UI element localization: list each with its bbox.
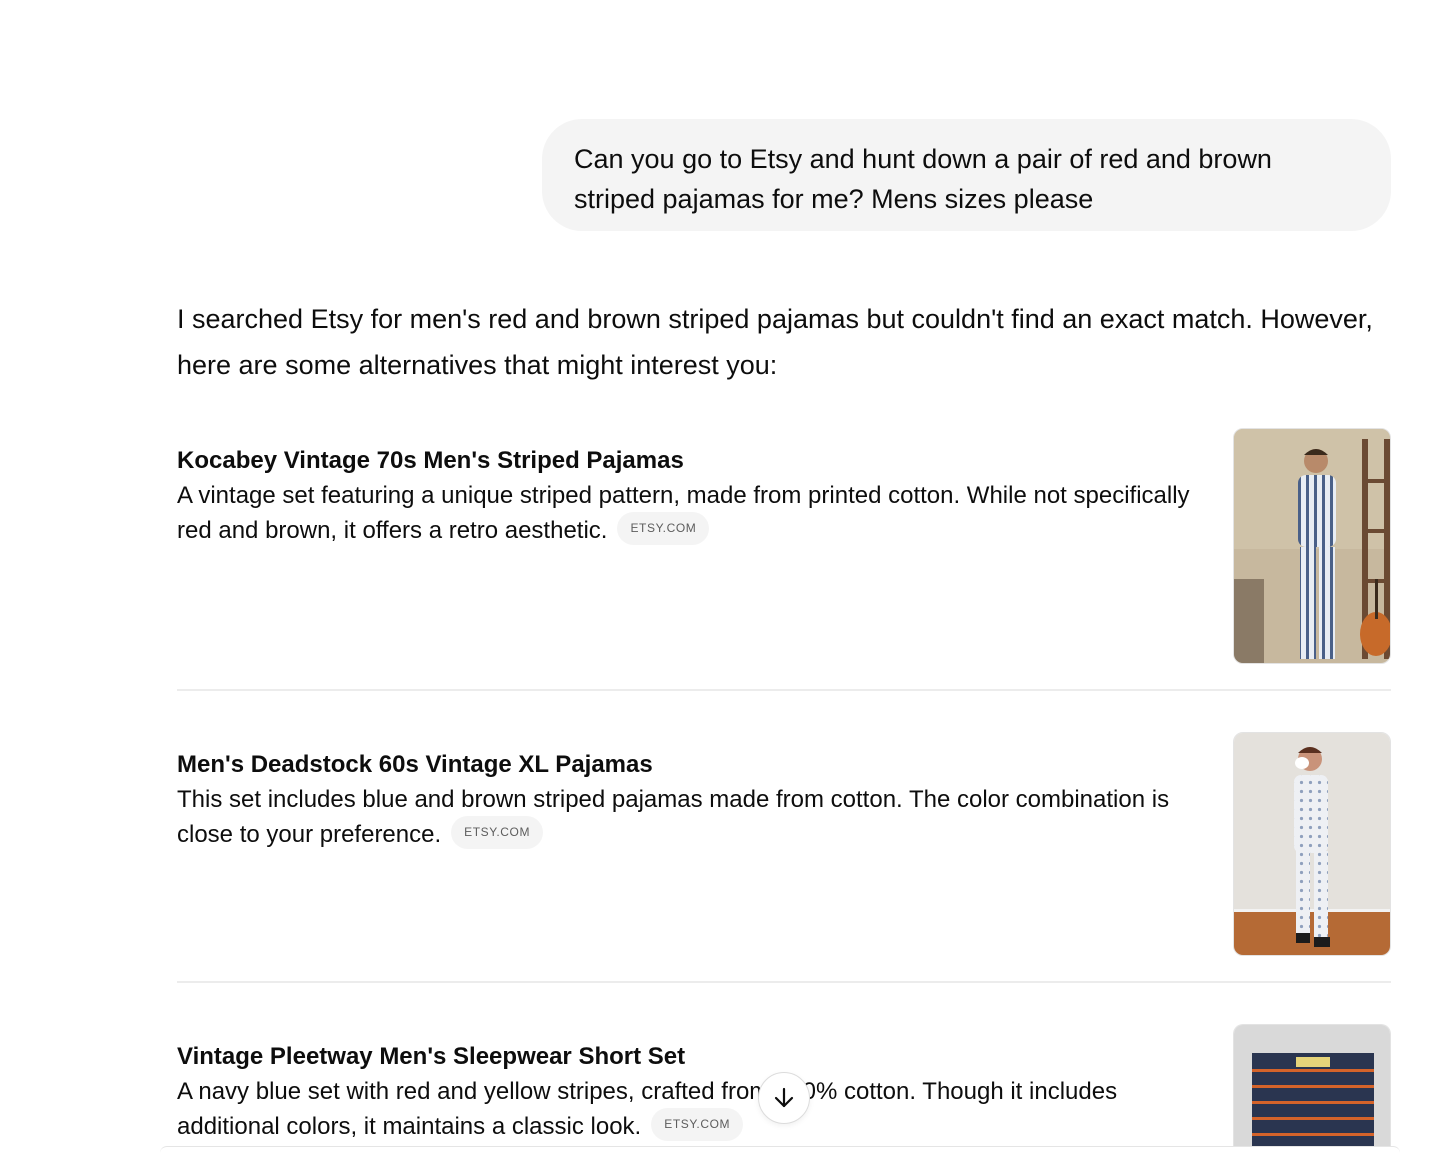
- scroll-down-button[interactable]: [758, 1072, 810, 1124]
- source-chip[interactable]: ETSY.COM: [651, 1108, 744, 1142]
- divider: [177, 981, 1391, 983]
- user-message-bubble: Can you go to Etsy and hunt down a pair …: [542, 119, 1391, 231]
- arrow-down-icon: [774, 1087, 794, 1108]
- packaged-sleepwear-photo-icon: [1234, 1025, 1390, 1153]
- striped-pajamas-photo-icon: [1234, 429, 1390, 663]
- source-chip[interactable]: ETSY.COM: [617, 512, 710, 546]
- chat-page: Can you go to Etsy and hunt down a pair …: [0, 0, 1440, 1153]
- user-message-text: Can you go to Etsy and hunt down a pair …: [574, 144, 1272, 214]
- result-description-text: A navy blue set with red and yellow stri…: [177, 1078, 1118, 1140]
- result-description: This set includes blue and brown striped…: [177, 782, 1197, 852]
- result-thumbnail[interactable]: [1233, 1024, 1391, 1153]
- result-title[interactable]: Kocabey Vintage 70s Men's Striped Pajama…: [177, 444, 1197, 478]
- result-text: Men's Deadstock 60s Vintage XL Pajamas T…: [177, 748, 1197, 852]
- result-thumbnail[interactable]: [1233, 732, 1391, 956]
- patterned-pajamas-photo-icon: [1234, 733, 1390, 955]
- assistant-intro-text: I searched Etsy for men's red and brown …: [177, 304, 1373, 380]
- result-card: Kocabey Vintage 70s Men's Striped Pajama…: [177, 428, 1391, 664]
- result-description: A navy blue set with red and yellow stri…: [177, 1074, 1197, 1144]
- result-card: Men's Deadstock 60s Vintage XL Pajamas T…: [177, 732, 1391, 956]
- result-title[interactable]: Vintage Pleetway Men's Sleepwear Short S…: [177, 1040, 1197, 1074]
- result-description-text: This set includes blue and brown striped…: [177, 786, 1170, 848]
- result-title[interactable]: Men's Deadstock 60s Vintage XL Pajamas: [177, 748, 1197, 782]
- result-description: A vintage set featuring a unique striped…: [177, 478, 1197, 548]
- divider: [177, 689, 1391, 691]
- source-chip[interactable]: ETSY.COM: [451, 816, 544, 850]
- composer-top-edge: [160, 1146, 1400, 1153]
- result-thumbnail[interactable]: [1233, 428, 1391, 664]
- result-text: Vintage Pleetway Men's Sleepwear Short S…: [177, 1040, 1197, 1144]
- result-text: Kocabey Vintage 70s Men's Striped Pajama…: [177, 444, 1197, 548]
